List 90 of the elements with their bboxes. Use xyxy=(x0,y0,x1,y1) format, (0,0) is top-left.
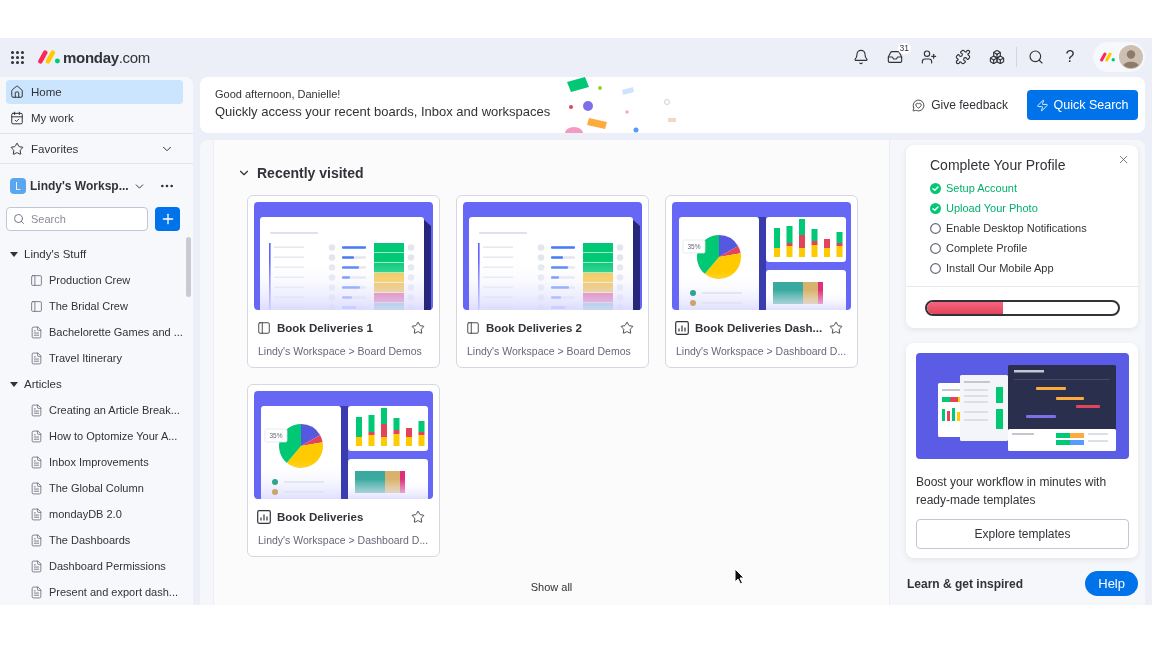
tree-item[interactable]: Present and export dash... xyxy=(0,579,186,605)
task-label[interactable]: Install Our Mobile App xyxy=(946,262,1054,274)
show-all-link[interactable]: Show all xyxy=(524,577,579,597)
greeting-text: Good afternoon, Danielle! xyxy=(215,88,342,100)
add-button[interactable] xyxy=(155,207,180,231)
document-icon xyxy=(30,533,43,547)
tree-item[interactable]: Dashboard Permissions xyxy=(0,553,186,579)
learn-heading: Learn & get inspired xyxy=(907,576,1024,591)
dashboard-icon xyxy=(675,321,689,335)
notification-badge: 31 xyxy=(897,43,911,54)
card-title: Book Deliveries xyxy=(277,511,365,523)
board-icon xyxy=(257,321,271,335)
tree-item[interactable]: Creating an Article Break... xyxy=(0,397,186,423)
star-icon[interactable] xyxy=(411,321,425,335)
card-title: Book Deliveries Dash... xyxy=(695,322,823,334)
tree-item[interactable]: The Dashboards xyxy=(0,527,186,553)
logo-icon xyxy=(1100,52,1115,62)
document-icon xyxy=(30,559,43,573)
tree-item[interactable]: Travel Itinerary xyxy=(0,345,186,371)
breadcrumb-text: Lindy's Workspace > Board Demos xyxy=(466,345,632,357)
caret-icon[interactable] xyxy=(10,251,18,257)
account-button[interactable] xyxy=(1093,42,1145,72)
logo-icon[interactable] xyxy=(38,50,60,64)
document-icon xyxy=(30,507,43,521)
document-icon xyxy=(30,429,43,443)
inbox-icon[interactable] xyxy=(887,49,903,65)
task-label[interactable]: Complete Profile xyxy=(946,242,1028,254)
tree-item[interactable]: How to Optomize Your A... xyxy=(0,423,186,449)
board-card[interactable]: Book Deliveries 1 Lindy's Workspace > Board Demos xyxy=(247,195,440,368)
heart-chat-icon xyxy=(912,98,926,112)
add-person-icon[interactable] xyxy=(921,49,937,65)
bell-icon[interactable] xyxy=(853,49,869,65)
feedback-button[interactable]: Give feedback xyxy=(908,90,1012,120)
favorites-item[interactable]: Favorites xyxy=(0,134,193,164)
boxes-icon[interactable] xyxy=(989,49,1005,65)
quick-search-button[interactable]: Quick Search xyxy=(1027,90,1138,120)
tree-item[interactable]: mondayDB 2.0 xyxy=(0,501,186,527)
help-menu-button[interactable]: ? xyxy=(1053,42,1087,72)
star-icon[interactable] xyxy=(620,321,634,335)
breadcrumb-text: Lindy's Workspace > Dashboard D... xyxy=(257,534,430,546)
lightning-icon xyxy=(1036,98,1050,112)
breadcrumb-text: Lindy's Workspace > Dashboard D... xyxy=(675,345,848,357)
board-icon xyxy=(30,273,43,287)
workspace-name[interactable]: Lindy's Worksp... xyxy=(30,179,129,193)
mouse-pointer-icon xyxy=(734,568,745,585)
section-title: Recently visited xyxy=(257,165,364,181)
board-icon xyxy=(30,299,43,313)
task-label[interactable]: Enable Desktop Notifications xyxy=(946,222,1087,234)
document-icon xyxy=(30,403,43,417)
breadcrumb-text: Lindy's Workspace > Board Demos xyxy=(257,345,423,357)
promo-text: Boost your workflow in minutes with ready-made templates xyxy=(916,474,1108,509)
search-icon[interactable] xyxy=(1028,49,1044,65)
card-title: Book Deliveries 1 xyxy=(277,322,374,334)
nav-item[interactable]: My work xyxy=(6,106,183,130)
calendar-check-icon xyxy=(10,111,24,125)
folder-item[interactable]: Articles xyxy=(0,371,180,397)
puzzle-icon[interactable] xyxy=(955,49,971,65)
scrollbar[interactable] xyxy=(186,237,191,297)
help-button[interactable]: Help xyxy=(1085,571,1138,596)
search-field[interactable]: Search xyxy=(6,207,148,231)
subtitle-text: Quickly access your recent boards, Inbox and workspaces xyxy=(215,104,551,119)
star-icon[interactable] xyxy=(411,510,425,524)
document-icon xyxy=(30,585,43,599)
user-avatar-icon[interactable] xyxy=(1119,45,1143,69)
caret-icon[interactable] xyxy=(10,381,18,387)
star-icon xyxy=(10,141,24,156)
nav-item[interactable]: Home xyxy=(6,80,183,104)
card-heading: Complete Your Profile xyxy=(930,157,1066,173)
dashboard-icon xyxy=(257,510,271,524)
tree-item[interactable]: The Global Column xyxy=(0,475,186,501)
document-icon xyxy=(30,455,43,469)
tree-item[interactable]: The Bridal Crew xyxy=(0,293,186,319)
board-card[interactable]: Book Deliveries 2 Lindy's Workspace > Board Demos xyxy=(456,195,649,368)
tree-item[interactable]: Bachelorette Games and ... xyxy=(0,319,186,345)
document-icon xyxy=(30,351,43,365)
document-icon xyxy=(30,481,43,495)
explore-templates-button[interactable]: Explore templates xyxy=(916,519,1129,549)
workspace-avatar: L xyxy=(10,178,26,194)
card-title: Book Deliveries 2 xyxy=(486,322,583,334)
tree-item[interactable]: Inbox Improvements xyxy=(0,449,186,475)
tree-item[interactable]: Production Crew xyxy=(0,267,186,293)
star-icon[interactable] xyxy=(829,321,843,335)
logo-text[interactable]: monday.com xyxy=(63,48,151,66)
board-icon xyxy=(466,321,480,335)
grid-icon[interactable] xyxy=(9,48,26,66)
close-icon[interactable] xyxy=(1117,153,1130,166)
search-icon xyxy=(13,213,25,225)
folder-item[interactable]: Lindy's Stuff xyxy=(0,241,180,267)
home-icon xyxy=(10,85,24,99)
document-icon xyxy=(30,325,43,339)
